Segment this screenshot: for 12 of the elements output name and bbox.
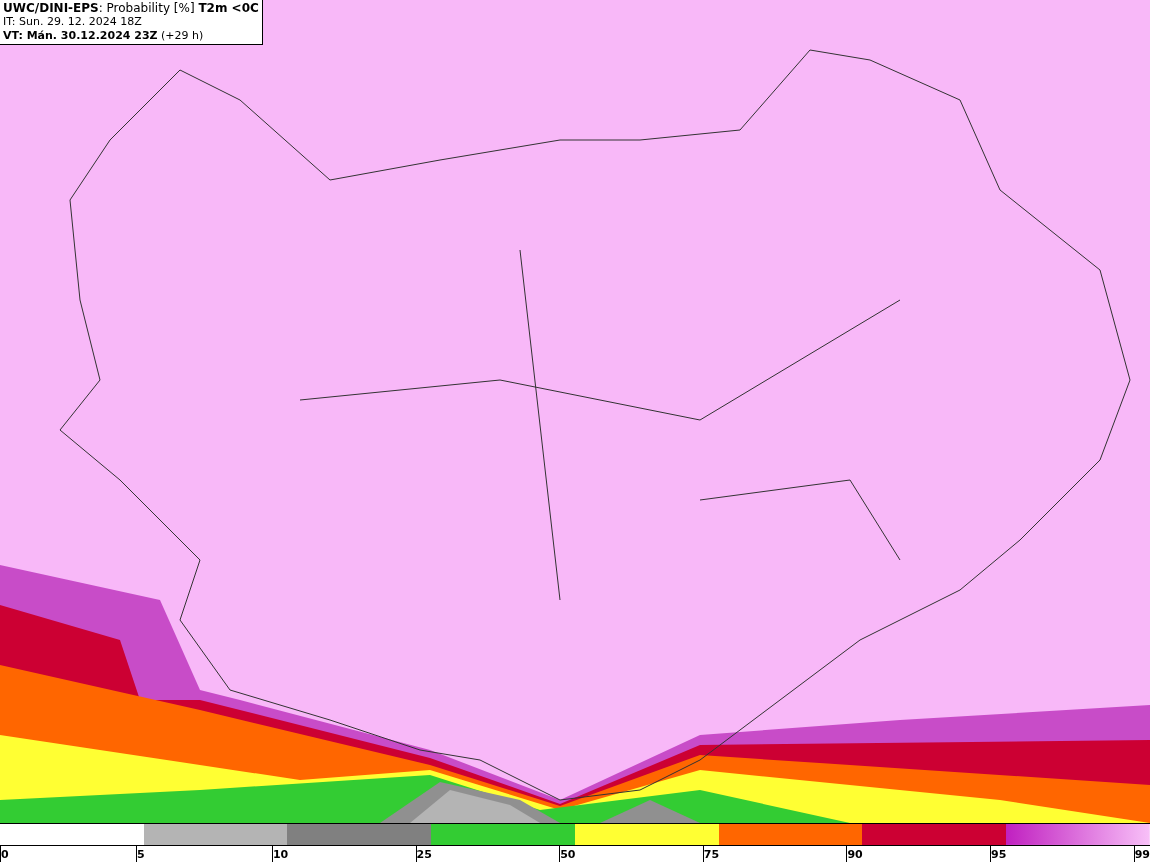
legend-tick-label: 10 (271, 845, 289, 862)
legend-tick-label: 95 (990, 845, 1007, 862)
legend-tick-label: 25 (415, 845, 432, 862)
map-info-text: IT: Sun. 29. 12. 2024 18Z (3, 15, 143, 29)
legend-tick-label: 50 (559, 845, 576, 862)
legend-tick-label: 5 (135, 845, 145, 862)
legend-tick-label: 99 (1133, 845, 1150, 862)
map-info-text: UWC/DINI-EPS: Probability [%] T2m <0C (3, 1, 259, 15)
legend-tick-label: 75 (702, 845, 720, 862)
legend-tick-label: 90 (846, 845, 863, 862)
legend-tick-label: 0 (0, 845, 9, 862)
map-info-text: VT: Mán. 30.12.2024 23Z (+29 h) (3, 29, 205, 43)
